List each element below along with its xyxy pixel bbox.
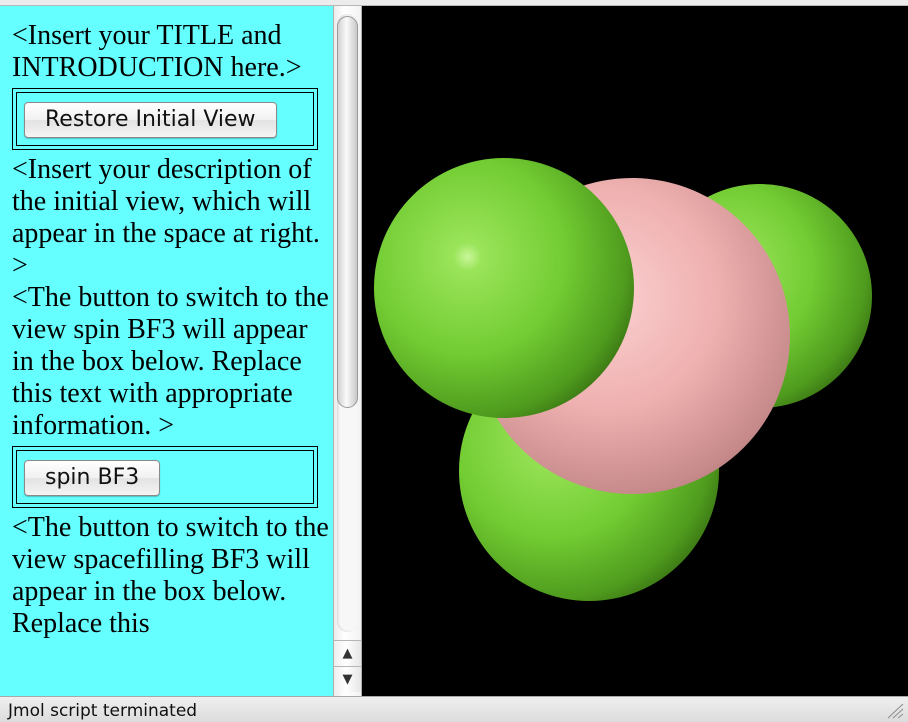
spin-instructions: <The button to switch to the view spin B…: [12, 282, 329, 441]
bf3-molecule-model[interactable]: [362, 6, 908, 696]
restore-initial-view-button[interactable]: Restore Initial View: [24, 102, 277, 138]
spin-button-frame: spin BF3: [12, 446, 318, 508]
info-panel: <Insert your TITLE and INTRODUCTION here…: [0, 6, 333, 696]
status-text: Jmol script terminated: [8, 701, 198, 721]
initial-view-description: <Insert your description of the initial …: [12, 154, 320, 281]
resize-grip-icon[interactable]: [884, 701, 904, 719]
arrow-up-icon[interactable]: ▲: [334, 640, 361, 666]
scrollbar-thumb[interactable]: [337, 16, 358, 408]
vertical-scrollbar[interactable]: ▲ ▼: [333, 6, 362, 696]
restore-button-frame: Restore Initial View: [12, 88, 318, 150]
spin-bf3-button[interactable]: spin BF3: [24, 460, 161, 496]
info-content: <Insert your TITLE and INTRODUCTION here…: [12, 20, 330, 640]
spacefilling-instructions: <The button to switch to the view spacef…: [12, 512, 329, 639]
app-window: <Insert your TITLE and INTRODUCTION here…: [0, 0, 908, 722]
status-bar: Jmol script terminated: [0, 696, 908, 722]
jmol-molecule-viewer[interactable]: [362, 6, 908, 696]
fluorine-atom-left[interactable]: [374, 158, 634, 418]
intro-text: <Insert your TITLE and INTRODUCTION here…: [12, 20, 302, 83]
arrow-down-icon[interactable]: ▼: [334, 666, 361, 692]
